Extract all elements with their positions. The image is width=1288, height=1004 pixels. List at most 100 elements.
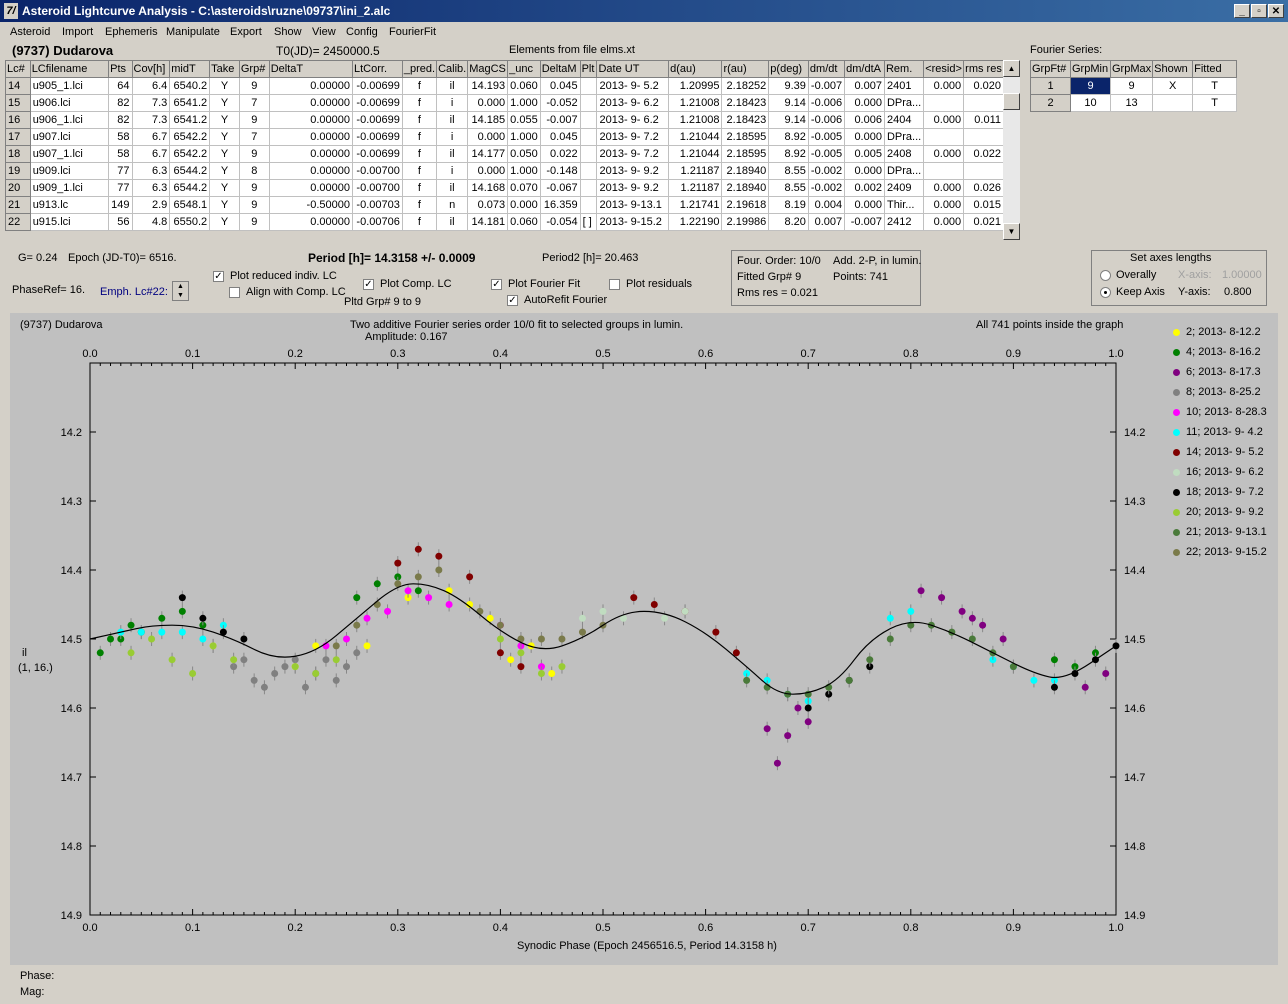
table-cell[interactable]: 58 xyxy=(108,145,133,163)
table-cell[interactable]: 1.22190 xyxy=(668,213,723,231)
table-cell[interactable]: 2.18252 xyxy=(721,77,770,95)
lc-col-header[interactable]: Date UT xyxy=(596,60,670,78)
table-cell[interactable]: DPra... xyxy=(883,94,925,112)
table-cell[interactable]: 2409 xyxy=(883,179,925,197)
table-cell[interactable]: [ ] xyxy=(579,213,598,231)
table-cell[interactable]: 1.21008 xyxy=(668,94,723,112)
table-cell[interactable]: 0.015 xyxy=(963,196,1004,214)
table-cell[interactable]: -0.00700 xyxy=(351,162,403,180)
table-cell[interactable]: il xyxy=(436,145,469,163)
table-cell[interactable]: -0.00699 xyxy=(351,94,403,112)
table-cell[interactable]: 0.00000 xyxy=(268,128,353,146)
table-cell[interactable]: 8.92 xyxy=(768,128,809,146)
fourier-cell[interactable]: 9 xyxy=(1109,77,1154,95)
table-cell[interactable]: 0.007 xyxy=(807,213,846,231)
table-cell[interactable]: 2401 xyxy=(883,77,925,95)
table-cell[interactable]: 9.14 xyxy=(768,94,809,112)
autorefit-checkbox[interactable]: ✓ xyxy=(507,295,518,306)
table-cell[interactable]: 2013- 9- 7.2 xyxy=(596,128,670,146)
table-cell[interactable]: 2.18595 xyxy=(721,145,770,163)
table-cell[interactable]: Y xyxy=(209,128,240,146)
table-cell[interactable]: 0.022 xyxy=(963,145,1004,163)
table-cell[interactable]: 2.19618 xyxy=(721,196,770,214)
menu-asteroid[interactable]: Asteroid xyxy=(10,26,50,38)
plot-comp-checkbox[interactable]: ✓ xyxy=(363,279,374,290)
lc-col-header[interactable]: _unc xyxy=(507,60,541,78)
table-cell[interactable] xyxy=(579,111,598,129)
lc-col-header[interactable]: MagCS xyxy=(467,60,509,78)
table-cell[interactable]: u907.lci xyxy=(29,128,110,146)
table-cell[interactable]: -0.054 xyxy=(539,213,581,231)
table-cell[interactable]: Y xyxy=(209,196,240,214)
table-cell[interactable]: -0.007 xyxy=(844,213,885,231)
lc-col-header[interactable]: DeltaT xyxy=(268,60,353,78)
fourier-cell[interactable]: 13 xyxy=(1109,94,1154,112)
table-cell[interactable]: 9 xyxy=(238,77,270,95)
table-cell[interactable]: 14.177 xyxy=(467,145,509,163)
table-cell[interactable]: 0.002 xyxy=(844,179,885,197)
lc-col-header[interactable]: LCfilename xyxy=(29,60,110,78)
table-cell[interactable]: 0.000 xyxy=(844,128,885,146)
table-cell[interactable]: -0.00699 xyxy=(351,77,403,95)
table-cell[interactable]: 7 xyxy=(238,94,270,112)
table-cell[interactable]: 0.050 xyxy=(507,145,541,163)
table-cell[interactable]: 2.9 xyxy=(131,196,171,214)
table-cell[interactable]: Y xyxy=(209,94,240,112)
table-cell[interactable]: 8.20 xyxy=(768,213,809,231)
table-cell[interactable]: 1.000 xyxy=(507,94,541,112)
table-cell[interactable]: i xyxy=(436,162,469,180)
fourier-cell[interactable]: X xyxy=(1152,77,1194,95)
row-header[interactable]: 18 xyxy=(5,145,31,163)
table-cell[interactable]: 149 xyxy=(108,196,133,214)
plot-resid-checkbox[interactable] xyxy=(609,279,620,290)
table-row[interactable]: 22 u915.lci 56 4.8 6550.2 Y 9 0.00000 -0.00706 f i… xyxy=(5,213,1004,231)
scroll-up-icon[interactable]: ▲ xyxy=(1003,60,1020,77)
table-cell[interactable]: 0.073 xyxy=(467,196,509,214)
table-cell[interactable]: 8.55 xyxy=(768,179,809,197)
table-cell[interactable]: 8.19 xyxy=(768,196,809,214)
table-cell[interactable] xyxy=(963,94,1004,112)
minimize-button[interactable]: _ xyxy=(1234,4,1250,18)
table-cell[interactable]: 0.000 xyxy=(844,196,885,214)
table-cell[interactable]: 9 xyxy=(238,213,270,231)
table-row[interactable]: 19 u909.lci 77 6.3 6544.2 Y 8 0.00000 -0.00700 f i… xyxy=(5,162,1004,180)
table-cell[interactable] xyxy=(579,179,598,197)
table-cell[interactable]: 8 xyxy=(238,162,270,180)
table-cell[interactable]: 0.000 xyxy=(844,162,885,180)
table-cell[interactable]: 8.92 xyxy=(768,145,809,163)
menu-fourierfit[interactable]: FourierFit xyxy=(389,26,436,38)
table-cell[interactable]: 2013- 9- 7.2 xyxy=(596,145,670,163)
table-cell[interactable]: i xyxy=(436,128,469,146)
table-cell[interactable]: 2013- 9-15.2 xyxy=(596,213,670,231)
fourier-row[interactable]: 2 10 13 T xyxy=(1030,94,1238,112)
row-header[interactable]: 2 xyxy=(1030,94,1071,112)
table-cell[interactable]: 82 xyxy=(108,94,133,112)
lc-col-header[interactable]: r(au) xyxy=(721,60,770,78)
table-cell[interactable]: 1.21741 xyxy=(668,196,723,214)
table-cell[interactable]: 0.000 xyxy=(923,179,965,197)
table-cell[interactable]: Y xyxy=(209,162,240,180)
lc-col-header[interactable]: DeltaM xyxy=(539,60,581,78)
table-cell[interactable]: il xyxy=(436,77,469,95)
table-cell[interactable]: f xyxy=(401,162,438,180)
table-cell[interactable]: 2013- 9- 9.2 xyxy=(596,179,670,197)
table-cell[interactable]: il xyxy=(436,179,469,197)
table-cell[interactable]: Y xyxy=(209,145,240,163)
row-header[interactable]: 19 xyxy=(5,162,31,180)
table-cell[interactable] xyxy=(579,145,598,163)
close-button[interactable]: ✕ xyxy=(1268,4,1284,18)
restore-button[interactable]: ▫ xyxy=(1251,4,1267,18)
menu-ephemeris[interactable]: Ephemeris xyxy=(105,26,158,38)
lc-col-header[interactable]: dm/dt xyxy=(807,60,846,78)
table-cell[interactable]: -0.00700 xyxy=(351,179,403,197)
lc-col-header[interactable]: _pred. xyxy=(401,60,438,78)
lc-col-header[interactable]: Grp# xyxy=(238,60,270,78)
table-cell[interactable]: 6550.2 xyxy=(169,213,211,231)
fourier-cell[interactable] xyxy=(1152,94,1194,112)
menu-import[interactable]: Import xyxy=(62,26,93,38)
plot-reduced-checkbox[interactable]: ✓ xyxy=(213,271,224,282)
lc-col-header[interactable]: Rem. xyxy=(883,60,925,78)
table-cell[interactable]: 14.181 xyxy=(467,213,509,231)
row-header[interactable]: 17 xyxy=(5,128,31,146)
lc-col-header[interactable]: d(au) xyxy=(668,60,723,78)
